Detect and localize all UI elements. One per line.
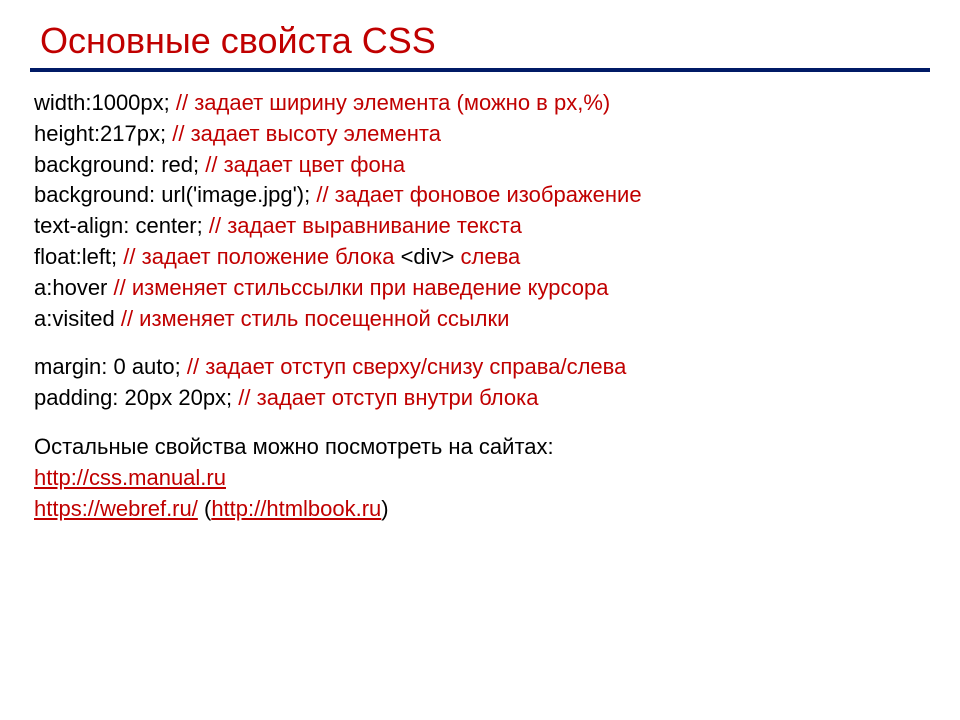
footer-link-row-1: http://css.manual.ru [34,463,930,494]
comment: // задает фоновое изображение [316,182,641,207]
code: float:left; [34,244,123,269]
slide-content: width:1000px; // задает ширину элемента … [30,88,930,524]
comment: // задает цвет фона [205,152,405,177]
code: background: red; [34,152,205,177]
footer-intro: Остальные свойства можно посмотреть на с… [34,432,930,463]
comment: // задает отступ сверху/снизу справа/сле… [187,354,626,379]
title-underline [30,68,930,72]
line-background-image: background: url('image.jpg'); // задает … [34,180,930,211]
code: width:1000px; [34,90,176,115]
paren-open: ( [198,496,211,521]
comment: // задает отступ внутри блока [238,385,538,410]
line-visited: a:visited // изменяет стиль посещенной с… [34,304,930,335]
code: padding: 20px 20px; [34,385,238,410]
link-css-manual[interactable]: http://css.manual.ru [34,465,226,490]
tag: <div> [401,244,455,269]
link-htmlbook[interactable]: http://htmlbook.ru [211,496,381,521]
comment: // изменяет стильссылки при наведение ку… [114,275,609,300]
line-padding: padding: 20px 20px; // задает отступ вну… [34,383,930,414]
comment: // изменяет стиль посещенной ссылки [121,306,510,331]
code: height:217px; [34,121,172,146]
line-width: width:1000px; // задает ширину элемента … [34,88,930,119]
footer-link-row-2: https://webref.ru/ (http://htmlbook.ru) [34,494,930,525]
slide-title: Основные свойста CSS [30,20,930,62]
line-float: float:left; // задает положение блока <d… [34,242,930,273]
comment: // задает выравнивание текста [209,213,522,238]
paren-close: ) [381,496,388,521]
line-hover: a:hover // изменяет стильссылки при наве… [34,273,930,304]
line-margin: margin: 0 auto; // задает отступ сверху/… [34,352,930,383]
comment: // задает положение блока [123,244,400,269]
comment: слева [454,244,520,269]
line-height: height:217px; // задает высоту элемента [34,119,930,150]
comment: // задает высоту элемента [172,121,441,146]
comment: // задает ширину элемента (можно в px,%) [176,90,610,115]
line-text-align: text-align: center; // задает выравниван… [34,211,930,242]
code: margin: 0 auto; [34,354,187,379]
blank-line [34,334,930,352]
code: background: url('image.jpg'); [34,182,316,207]
code: text-align: center; [34,213,209,238]
line-background-color: background: red; // задает цвет фона [34,150,930,181]
code: a:visited [34,306,121,331]
link-webref[interactable]: https://webref.ru/ [34,496,198,521]
code: a:hover [34,275,114,300]
blank-line [34,414,930,432]
